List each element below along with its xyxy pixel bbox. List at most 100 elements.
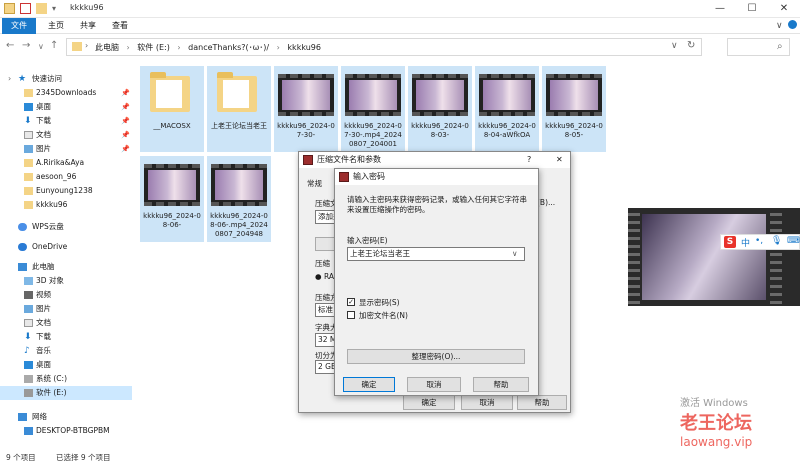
file-tile-video[interactable]: kkkku96_2024-08-06-.mp4_20240807_204948 [207,156,271,242]
recent-locations-icon[interactable]: ∨ [38,42,44,51]
address-bar[interactable]: › 此电脑 › 软件 (E:) › danceThanks?(･ω･)/ › k… [66,38,702,56]
folder-icon [4,3,15,14]
breadcrumb-this-pc[interactable]: 此电脑 [95,43,119,52]
file-tile-video[interactable]: kkkku96_2024-08-05- [542,66,606,152]
sidebar-item-downloads[interactable]: ⬇ 下载 📌 [0,114,132,128]
file-tile-video[interactable]: kkkku96_2024-08-04-aWfkOA [475,66,539,152]
tab-file[interactable]: 文件 [2,18,36,34]
sidebar-item-pictures[interactable]: 图片 📌 [0,142,132,156]
activate-windows-text: 激活 Windows [680,398,748,409]
sidebar-item-documents[interactable]: 文档 📌 [0,128,132,142]
sidebar-item-desktop[interactable]: 桌面 📌 [0,100,132,114]
archive-help-button[interactable]: 帮助 [517,395,567,410]
password-input[interactable]: 上老王论坛当老王 ∨ [347,247,525,261]
breadcrumb-drive-e[interactable]: 软件 (E:) [137,43,170,52]
chevron-right-icon: › [85,41,89,50]
cube-icon [24,277,33,285]
video-thumbnail [479,74,535,116]
tab-general[interactable]: 常规 [307,178,322,189]
breadcrumb-current[interactable]: kkkku96 [287,43,321,52]
drive-icon [24,389,33,397]
video-thumbnail [412,74,468,116]
expand-ribbon-icon[interactable]: ∨ [776,21,783,31]
archive-ok-button[interactable]: 确定 [403,395,455,410]
computer-icon [18,263,27,271]
refresh-icon[interactable]: ↻ [687,40,695,51]
selection-count: 已选择 9 个项目 [56,453,111,462]
show-password-checkbox[interactable]: ✓ [347,298,355,306]
sidebar-quick-access[interactable]: › ★ 快速访问 [0,72,132,86]
sidebar-item-music[interactable]: ♪ 音乐 [0,344,132,358]
video-icon [24,291,33,299]
sidebar-item-pc-desktop[interactable]: 桌面 [0,358,132,372]
video-frame [642,214,766,300]
search-icon[interactable]: ⌕ [777,41,783,52]
microphone-icon[interactable]: 🎙 [771,236,782,246]
chevron-down-icon[interactable]: ∨ [512,248,518,260]
cancel-button[interactable]: 取消 [407,377,461,392]
sidebar-item-3d-objects[interactable]: 3D 对象 [0,274,132,288]
format-rar-radio[interactable]: ● RA [315,272,334,281]
sidebar-item-ririka[interactable]: A.Ririka&Aya [0,156,132,170]
organize-passwords-button[interactable]: 整理密码(O)... [347,349,525,364]
title-bar: ▾ kkkku96 — ☐ ✕ [0,0,800,18]
sidebar-item-kkkku96[interactable]: kkkku96 [0,198,132,212]
customize-quick-access-icon[interactable]: ▾ [52,4,56,13]
password-dialog: 输入密码 请输入主密码来获得密码记录，或输入任何其它字符串来设置压缩操作的密码。… [334,168,539,396]
sidebar-network[interactable]: 网络 [0,410,132,424]
video-preview[interactable] [628,208,800,306]
sidebar-item-eunyoung[interactable]: Eunyoung1238 [0,184,132,198]
tab-home[interactable]: 主页 [40,18,72,34]
new-folder-icon[interactable] [36,3,47,14]
sidebar-item-videos[interactable]: 视频 [0,288,132,302]
ok-button[interactable]: 确定 [343,377,395,392]
sidebar-item-pc-documents[interactable]: 文档 [0,316,132,330]
ime-toolbar[interactable]: S 中 •, 🎙 ⌨ [720,234,800,250]
password-dialog-titlebar: 输入密码 [335,169,538,185]
archive-cancel-button[interactable]: 取消 [461,395,513,410]
video-thumbnail [211,164,267,206]
sidebar-item-drive-c[interactable]: 系统 (C:) [0,372,132,386]
file-tile-folder-laowang[interactable]: 上老王论坛当老王 [207,66,271,152]
help-icon[interactable]: ? [527,152,531,168]
pin-icon: 📌 [121,103,130,111]
maximize-button[interactable]: ☐ [736,0,768,18]
up-icon[interactable]: ↑ [50,40,58,51]
ime-mode[interactable]: 中 [741,236,750,249]
minimize-button[interactable]: — [704,0,736,18]
breadcrumb-dance-folder[interactable]: danceThanks?(･ω･)/ [188,43,269,52]
folder-icon [24,173,33,181]
close-button[interactable]: ✕ [768,0,800,18]
archive-format-label: 压缩 [315,259,330,268]
file-tile-macosx[interactable]: __MACOSX [140,66,204,152]
help-button[interactable]: 帮助 [473,377,529,392]
back-icon[interactable]: ← [6,40,14,51]
properties-icon[interactable] [20,3,31,14]
file-tile-video[interactable]: kkkku96_2024-07-30-.mp4_20240807_204001 [341,66,405,152]
sidebar-item-pc-downloads[interactable]: ⬇ 下载 [0,330,132,344]
keyboard-icon[interactable]: ⌨ [787,236,800,246]
sidebar-item-drive-e[interactable]: 软件 (E:) [0,386,132,400]
file-tile-video[interactable]: kkkku96_2024-07-30- [274,66,338,152]
video-thumbnail [345,74,401,116]
sidebar-item-desktop-pc[interactable]: DESKTOP-BTBGPBM [0,424,132,438]
file-tile-video[interactable]: kkkku96_2024-08-03- [408,66,472,152]
tab-share[interactable]: 共享 [72,18,104,34]
close-icon[interactable]: ✕ [556,152,563,168]
sidebar-item-aesoon[interactable]: aesoon_96 [0,170,132,184]
browse-button[interactable]: (B)... [537,198,555,207]
sidebar-item-pc-pictures[interactable]: 图片 [0,302,132,316]
address-dropdown-icon[interactable]: ∨ [671,41,678,51]
sidebar-onedrive[interactable]: OneDrive [0,240,132,254]
tab-view[interactable]: 查看 [104,18,136,34]
sidebar-wps-cloud[interactable]: WPS云盘 [0,220,132,234]
sidebar-this-pc[interactable]: 此电脑 [0,260,132,274]
folder-icon [150,72,190,112]
file-tile-video[interactable]: kkkku96_2024-08-06- [140,156,204,242]
sidebar-item-2345downloads[interactable]: 2345Downloads 📌 [0,86,132,100]
forward-icon[interactable]: → [22,40,30,51]
encrypt-filenames-checkbox[interactable] [347,311,355,319]
help-icon[interactable] [788,20,797,29]
document-icon [24,319,33,327]
punctuation-icon[interactable]: •, [755,236,763,246]
